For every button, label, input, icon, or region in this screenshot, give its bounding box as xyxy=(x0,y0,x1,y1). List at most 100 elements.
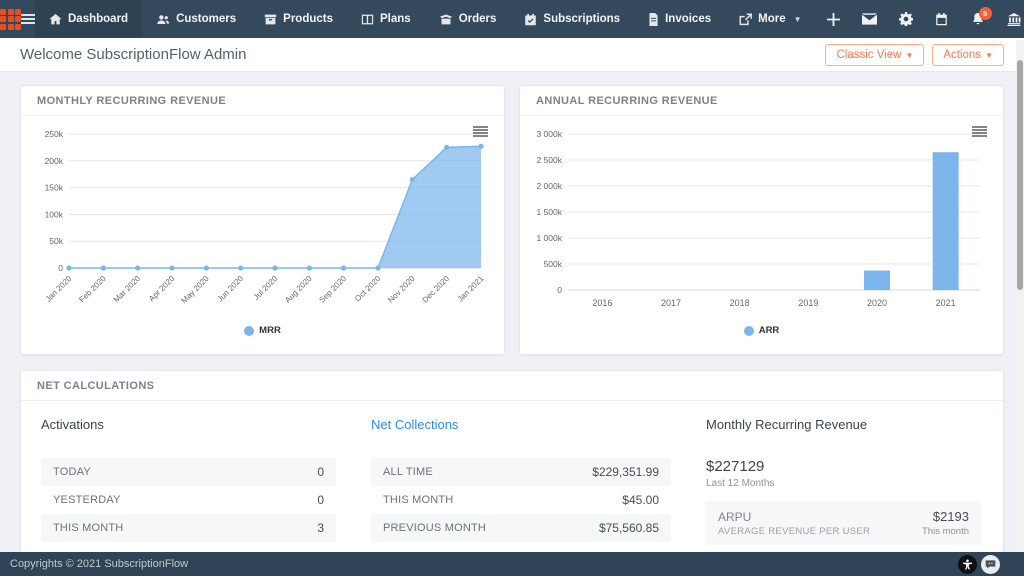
header-actions: Classic View▼ Actions▼ xyxy=(825,44,1004,66)
page-header: Welcome SubscriptionFlow Admin Classic V… xyxy=(0,38,1024,72)
svg-text:1 500k: 1 500k xyxy=(536,207,562,217)
svg-text:Feb 2020: Feb 2020 xyxy=(77,274,108,305)
calendar-icon xyxy=(935,13,948,26)
accessibility-icon xyxy=(962,559,973,570)
svg-text:2 000k: 2 000k xyxy=(536,181,562,191)
svg-text:2021: 2021 xyxy=(936,298,956,308)
chart-export-menu-icon[interactable] xyxy=(473,126,488,137)
svg-text:Mar 2020: Mar 2020 xyxy=(112,274,143,305)
chart-export-menu-icon[interactable] xyxy=(972,126,987,137)
svg-text:1 000k: 1 000k xyxy=(536,233,562,243)
nav-label: Products xyxy=(283,13,333,25)
legend-dot-icon xyxy=(244,326,254,336)
stat-row-yesterday: YESTERDAY 0 xyxy=(41,486,336,514)
plus-icon xyxy=(827,13,840,26)
sidebar-toggle-button[interactable] xyxy=(21,0,35,38)
svg-text:2020: 2020 xyxy=(867,298,887,308)
svg-text:250k: 250k xyxy=(45,129,64,139)
footer: Copyrights © 2021 SubscriptionFlow xyxy=(0,552,1024,576)
legend-dot-icon xyxy=(744,326,754,336)
legend-label: ARR xyxy=(759,325,780,336)
nav-label: Plans xyxy=(380,13,411,25)
svg-text:3 000k: 3 000k xyxy=(536,129,562,139)
svg-text:2019: 2019 xyxy=(798,298,818,308)
chevron-down-icon: ▼ xyxy=(905,51,913,60)
app-logo[interactable] xyxy=(0,0,21,38)
net-collections-column: Net Collections ALL TIME $229,351.99 THI… xyxy=(371,417,671,545)
arpu-row: ARPU AVERAGE REVENUE PER USER $2193 This… xyxy=(706,501,981,545)
navbar-actions: 5 ▼ xyxy=(816,0,1024,38)
users-icon xyxy=(156,13,170,26)
main-nav: Dashboard Customers Products Plans Order… xyxy=(35,0,816,38)
mrr-summary-column: Monthly Recurring Revenue $227129 Last 1… xyxy=(706,417,981,545)
actions-button[interactable]: Actions▼ xyxy=(932,44,1004,66)
net-calculations-card: NET CALCULATIONS Activations TODAY 0 YES… xyxy=(20,370,1004,552)
svg-text:Jun 2020: Jun 2020 xyxy=(215,274,245,304)
gear-icon xyxy=(899,12,913,26)
svg-text:Jan 2020: Jan 2020 xyxy=(44,274,74,304)
hamburger-icon xyxy=(21,13,35,25)
nav-item-orders[interactable]: Orders xyxy=(425,0,511,38)
open-box-icon xyxy=(439,13,453,26)
nav-item-products[interactable]: Products xyxy=(250,0,347,38)
settings-button[interactable] xyxy=(888,0,924,38)
stat-row-this-month: THIS MONTH $45.00 xyxy=(371,486,671,514)
messages-button[interactable] xyxy=(852,0,888,38)
nav-item-plans[interactable]: Plans xyxy=(347,0,425,38)
vertical-scrollbar xyxy=(1016,40,1024,552)
bank-icon xyxy=(1007,13,1021,26)
nav-label: Invoices xyxy=(665,13,711,25)
nav-item-dashboard[interactable]: Dashboard xyxy=(35,0,142,38)
notifications-button[interactable]: 5 xyxy=(960,0,996,38)
svg-text:Oct 2020: Oct 2020 xyxy=(353,274,383,304)
stat-row-all-time: ALL TIME $229,351.99 xyxy=(371,458,671,486)
copyright-text: Copyrights © 2021 SubscriptionFlow xyxy=(10,558,188,570)
svg-text:May 2020: May 2020 xyxy=(180,274,212,306)
scrollbar-thumb[interactable] xyxy=(1017,60,1023,290)
chat-widget-button[interactable] xyxy=(981,555,1000,574)
svg-text:Sep 2020: Sep 2020 xyxy=(317,274,348,305)
envelope-icon xyxy=(862,13,877,25)
home-icon xyxy=(49,13,62,26)
arpu-value: $2193 xyxy=(922,509,969,524)
share-icon xyxy=(739,13,752,26)
columns-icon xyxy=(361,13,374,26)
legend-label: MRR xyxy=(259,325,281,336)
arr-legend[interactable]: ARR xyxy=(528,323,995,342)
svg-text:50k: 50k xyxy=(49,236,63,246)
nav-item-customers[interactable]: Customers xyxy=(142,0,250,38)
calendar-button[interactable] xyxy=(924,0,960,38)
svg-text:0: 0 xyxy=(58,263,63,273)
billing-button[interactable] xyxy=(996,0,1024,38)
arr-bar-chart: 0500k1 000k1 500k2 000k2 500k3 000k20162… xyxy=(528,122,994,318)
stat-row-previous-month: PREVIOUS MONTH $75,560.85 xyxy=(371,514,671,542)
mrr-summary-heading: Monthly Recurring Revenue xyxy=(706,417,981,432)
quick-add-button[interactable] xyxy=(816,0,852,38)
nav-item-more[interactable]: More ▼ xyxy=(725,0,815,38)
accessibility-widget-button[interactable] xyxy=(958,555,977,574)
nav-label: Customers xyxy=(176,13,236,25)
svg-text:Dec 2020: Dec 2020 xyxy=(420,274,451,305)
nav-item-subscriptions[interactable]: Subscriptions xyxy=(510,0,634,38)
arr-chart-card: ANNUAL RECURRING REVENUE 0500k1 000k1 50… xyxy=(519,85,1004,355)
arr-card-title: ANNUAL RECURRING REVENUE xyxy=(520,86,1003,116)
svg-text:Aug 2020: Aug 2020 xyxy=(283,274,314,305)
activations-column: Activations TODAY 0 YESTERDAY 0 THIS MON… xyxy=(41,417,336,545)
arpu-sublabel: AVERAGE REVENUE PER USER xyxy=(718,526,870,537)
svg-text:150k: 150k xyxy=(45,183,64,193)
nav-item-invoices[interactable]: Invoices xyxy=(634,0,725,38)
nav-label: Subscriptions xyxy=(543,13,620,25)
chevron-down-icon: ▼ xyxy=(794,15,802,24)
mrr-legend[interactable]: MRR xyxy=(29,323,496,342)
arpu-period: This month xyxy=(922,526,969,537)
calendar-check-icon xyxy=(524,13,537,26)
stat-row-today: TODAY 0 xyxy=(41,458,336,486)
classic-view-button[interactable]: Classic View▼ xyxy=(825,44,924,66)
svg-text:Jan 2021: Jan 2021 xyxy=(456,274,486,304)
top-navbar: Dashboard Customers Products Plans Order… xyxy=(0,0,1024,38)
net-collections-link[interactable]: Net Collections xyxy=(371,417,671,432)
invoice-icon xyxy=(648,13,659,26)
mrr-area-chart: 050k100k150k200k250kJan 2020Feb 2020Mar … xyxy=(29,122,495,318)
svg-text:2 500k: 2 500k xyxy=(536,155,562,165)
chevron-down-icon: ▼ xyxy=(985,51,993,60)
